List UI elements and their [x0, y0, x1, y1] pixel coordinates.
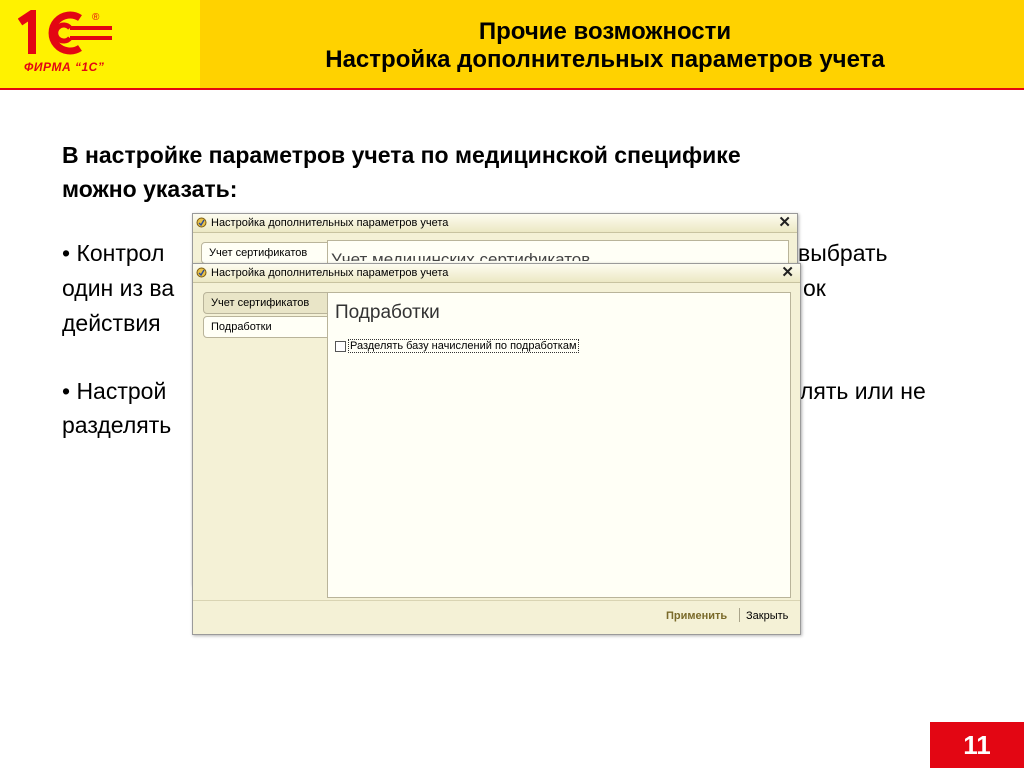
bullet1-fragment-c: один из ва: [62, 275, 175, 301]
window-titlebar[interactable]: Настройка дополнительных параметров учет…: [193, 264, 800, 283]
logo-firma-text: ФИРМА “1С”: [24, 60, 105, 74]
footer-divider: [193, 600, 800, 601]
registered-mark: ®: [92, 12, 100, 23]
settings-window: Настройка дополнительных параметров учет…: [192, 263, 801, 635]
1c-logo-icon: [18, 10, 112, 55]
slide-title: Прочие возможности Настройка дополнитель…: [205, 18, 1005, 74]
close-button[interactable]: Закрыть: [746, 610, 788, 622]
window-app-icon: [196, 217, 207, 228]
window-title: Настройка дополнительных параметров учет…: [211, 217, 449, 229]
bullet1-fragment-d: ок: [803, 275, 826, 301]
slide-number: 11: [930, 722, 1024, 768]
close-icon[interactable]: ✕: [778, 214, 791, 232]
apply-button[interactable]: Применить: [666, 610, 727, 622]
window-title: Настройка дополнительных параметров учет…: [211, 267, 449, 279]
bullet1-fragment-a: • Контрол: [62, 240, 165, 266]
intro-line-1: В настройке параметров учета по медицинс…: [62, 142, 741, 168]
intro-text: В настройке параметров учета по медицинс…: [62, 138, 741, 206]
logo-area: ® ФИРМА “1С”: [0, 0, 200, 88]
title-line-1: Прочие возможности: [478, 18, 732, 45]
window-titlebar[interactable]: Настройка дополнительных параметров учет…: [193, 214, 797, 233]
tab-certificates[interactable]: Учет сертификатов: [203, 292, 338, 314]
title-line-2: Настройка дополнительных параметров учет…: [325, 46, 885, 73]
intro-line-2: можно указать:: [62, 176, 238, 202]
header-divider: [0, 88, 1024, 90]
content-panel: [327, 292, 791, 598]
split-base-checkbox-row[interactable]: Разделять базу начислений по подработкам: [335, 339, 579, 354]
tab-certificates[interactable]: Учет сертификатов: [201, 242, 328, 264]
split-base-checkbox-label[interactable]: Разделять базу начислений по подработкам: [348, 339, 579, 354]
bullet2-fragment-a: • Настрой: [62, 378, 167, 404]
bullet2-fragment-c: разделять: [62, 412, 172, 438]
tab-side-jobs[interactable]: Подработки: [203, 316, 338, 338]
bullet1-fragment-b: выбрать: [798, 240, 888, 266]
bullet2-fragment-b: лять или не: [800, 378, 926, 404]
close-icon[interactable]: ✕: [781, 264, 794, 282]
panel-heading: Учет медицинских сертификатов: [331, 250, 591, 261]
bullet1-fragment-e: действия: [62, 310, 161, 336]
button-divider: [739, 608, 740, 622]
split-base-checkbox[interactable]: [335, 340, 346, 352]
window-app-icon: [196, 267, 207, 278]
section-title: Подработки: [335, 302, 440, 323]
